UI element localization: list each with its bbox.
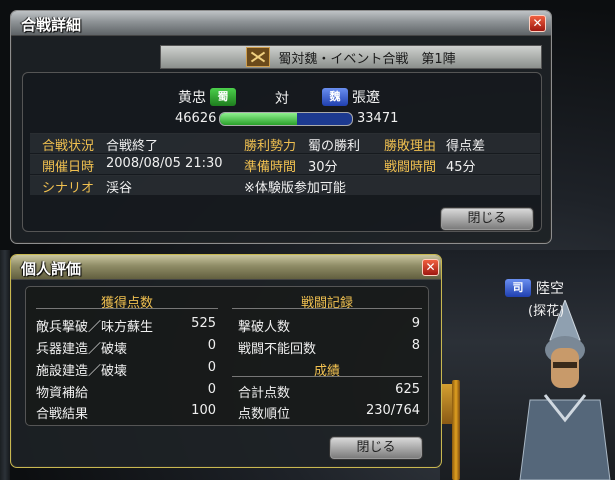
stat-row: 撃破人数 9 [238,316,420,335]
score-ratio-fill [220,113,297,125]
close-detail-button[interactable]: 閉じる [441,208,533,230]
info-label: 開催日時 [42,160,95,175]
npc-nameplate[interactable]: 司 陸空 [505,278,564,298]
info-value: 渓谷 [106,181,133,196]
info-label: 戦闘時間 [384,160,437,175]
crossed-swords-icon [246,47,271,67]
stat-row: 戦闘不能回数 8 [238,338,420,357]
flag-pole [452,380,460,480]
window-title: 個人評価 [21,260,82,278]
info-value: 2008/08/05 21:30 [106,156,223,171]
right-score: 33471 [357,111,399,126]
divider [36,308,218,309]
background-pillar [0,250,10,480]
left-general-name: 黄忠 [178,90,206,106]
score-ratio-bar [219,112,353,126]
right-force: 魏 張遼 [322,87,380,107]
stat-value: 9 [411,316,420,331]
window-titlebar[interactable]: 合戦詳細 [11,11,551,36]
info-note: ※体験版参加可能 [244,181,346,196]
left-score: 46626 [175,111,217,126]
stat-value: 0 [207,360,216,375]
npc-name: 陸空 [536,281,564,297]
stat-value: 525 [191,316,216,331]
stat-row: 合計点数 625 [238,382,420,401]
info-label: シナリオ [42,181,95,196]
left-force: 黄忠 蜀 [178,87,236,107]
window-titlebar[interactable]: 個人評価 [11,255,441,280]
divider [232,308,422,309]
info-value: 得点差 [446,139,486,154]
force-emblem-icon: 司 [505,279,531,297]
stat-value: 0 [207,338,216,353]
battle-name: 蜀対魏・イベント合戦 第1陣 [278,51,456,67]
stat-row: 敵兵撃破／味方蘇生 525 [36,316,216,335]
versus-label: 対 [275,91,289,107]
soldier-character [519,300,611,480]
info-row: 開催日時 2008/08/05 21:30 準備時間 30分 戦闘時間 45分 [30,154,540,175]
stat-label: 点数順位 [238,407,291,422]
stat-row: 施設建造／破壊 0 [36,360,216,379]
divider [232,376,422,377]
stat-label: 合戦結果 [36,407,89,422]
right-general-name: 張遼 [352,90,380,106]
close-personal-button[interactable]: 閉じる [330,437,422,459]
npc-role: (探花) [528,304,565,319]
stat-label: 兵器建造／破壊 [36,342,128,357]
info-value: 蜀の勝利 [308,139,361,154]
info-label: 準備時間 [244,160,297,175]
stat-value: 100 [191,403,216,418]
stat-label: 戦闘不能回数 [238,342,317,357]
window-title: 合戦詳細 [21,16,82,34]
info-value: 45分 [446,160,476,175]
stat-label: 撃破人数 [238,320,291,335]
stat-label: 物資補給 [36,386,89,401]
stat-value: 230/764 [365,403,420,418]
stat-label: 合計点数 [238,386,291,401]
info-value: 30分 [308,160,338,175]
info-row: 合戦状況 合戦終了 勝利勢力 蜀の勝利 勝敗理由 得点差 [30,133,540,154]
stat-value: 8 [411,338,420,353]
close-x-icon[interactable]: ✕ [422,259,439,276]
stat-row: 点数順位 230/764 [238,403,420,422]
wei-emblem-icon: 魏 [322,88,348,106]
info-value: 合戦終了 [106,139,159,154]
info-label: 勝利勢力 [244,139,297,154]
stat-label: 敵兵撃破／味方蘇生 [36,320,154,335]
shu-emblem-icon: 蜀 [210,88,236,106]
stat-value: 0 [207,382,216,397]
stat-row: 合戦結果 100 [36,403,216,422]
info-row: シナリオ 渓谷 ※体験版参加可能 [30,175,540,196]
close-x-icon[interactable]: ✕ [529,15,546,32]
stat-row: 兵器建造／破壊 0 [36,338,216,357]
stat-value: 625 [395,382,420,397]
info-label: 勝敗理由 [384,139,437,154]
info-label: 合戦状況 [42,139,95,154]
battle-name-banner: 蜀対魏・イベント合戦 第1陣 [160,45,542,69]
stat-row: 物資補給 0 [36,382,216,401]
stat-label: 施設建造／破壊 [36,364,128,379]
